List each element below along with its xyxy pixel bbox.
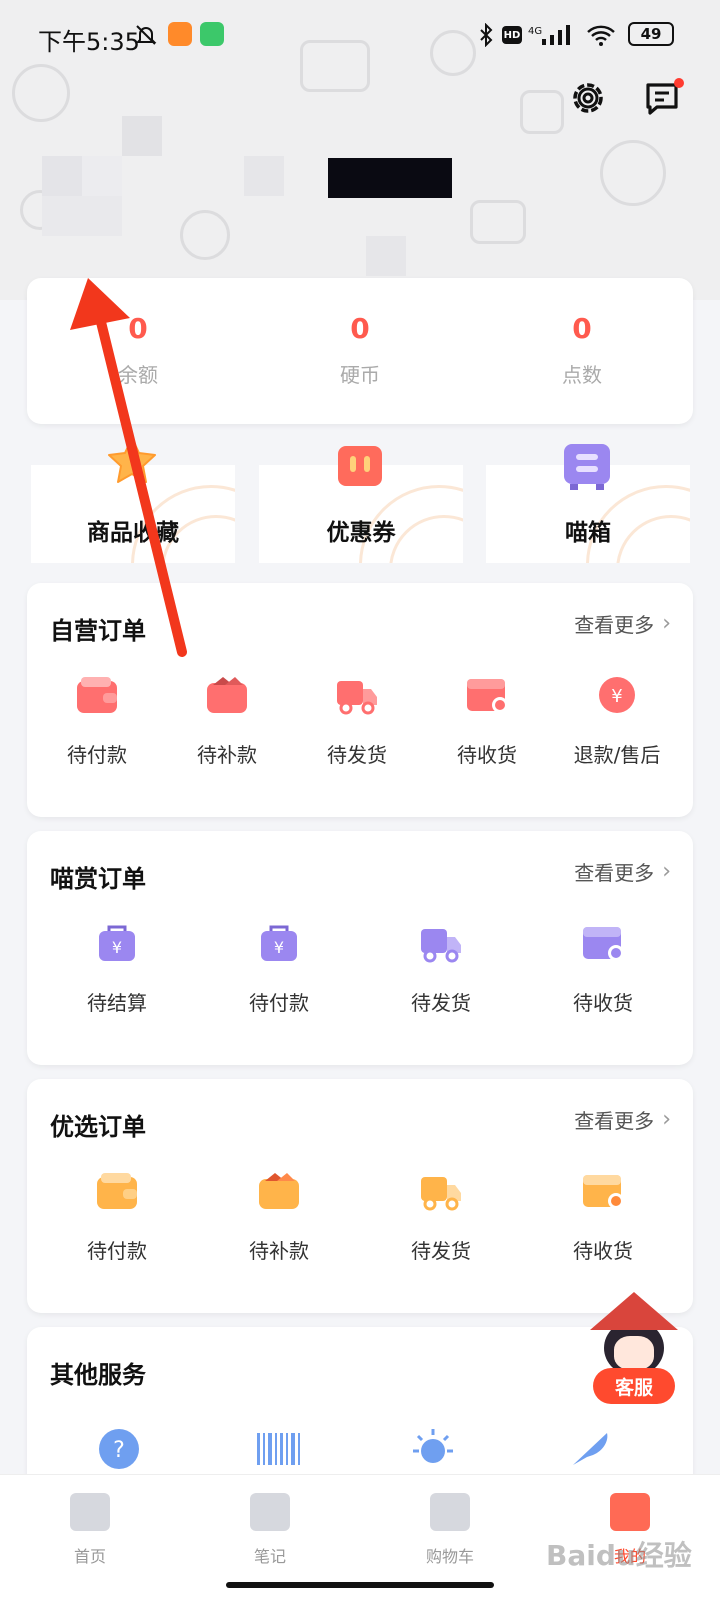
order-label: 待补款 bbox=[197, 743, 257, 767]
annotation-arrow-icon bbox=[70, 278, 187, 657]
order-pending-shipment[interactable]: 待发货 bbox=[375, 1171, 507, 1281]
chevron-right-icon: › bbox=[662, 1107, 671, 1132]
svg-text:¥: ¥ bbox=[112, 938, 122, 957]
wallet-icon bbox=[259, 1173, 299, 1209]
order-pending-payment[interactable]: ¥ 待付款 bbox=[213, 923, 345, 1033]
order-label: 待付款 bbox=[249, 991, 309, 1015]
order-label: 待结算 bbox=[87, 991, 147, 1015]
package-icon bbox=[583, 927, 624, 961]
nav-notes[interactable]: 笔记 bbox=[180, 1485, 360, 1566]
help-icon[interactable]: ? bbox=[97, 1427, 141, 1471]
barcode-icon[interactable] bbox=[255, 1427, 303, 1471]
notes-icon bbox=[250, 1493, 290, 1531]
order-pending-shipment[interactable]: 待发货 bbox=[375, 923, 507, 1033]
cart-icon bbox=[430, 1493, 470, 1531]
order-label: 待发货 bbox=[411, 1239, 471, 1263]
mascot-face bbox=[614, 1336, 654, 1370]
select-orders-card: 优选订单 查看更多 › 待付款 待补款 待发货 待收货 bbox=[27, 1079, 693, 1313]
order-pending-supplement[interactable]: 待补款 bbox=[213, 1171, 345, 1281]
mascot-hat bbox=[590, 1292, 678, 1330]
other-services-title: 其他服务 bbox=[50, 1361, 146, 1389]
nav-label: 首页 bbox=[73, 1547, 106, 1566]
wallet-icon bbox=[97, 1173, 137, 1209]
home-icon bbox=[70, 1493, 110, 1531]
order-label: 待收货 bbox=[573, 991, 633, 1015]
feather-icon[interactable] bbox=[567, 1427, 615, 1471]
nav-label: 购物车 bbox=[425, 1547, 474, 1566]
order-label: 退款/售后 bbox=[573, 743, 661, 767]
more-label: 查看更多 bbox=[574, 1109, 655, 1133]
order-label: 待发货 bbox=[411, 991, 471, 1015]
miao-orders-title: 喵赏订单 bbox=[50, 865, 146, 893]
svg-text:¥: ¥ bbox=[274, 938, 284, 957]
bag-yen-icon: ¥ bbox=[261, 925, 297, 961]
order-label: 待收货 bbox=[573, 1239, 633, 1263]
svg-text:?: ? bbox=[113, 1438, 125, 1463]
order-label: 待收货 bbox=[457, 743, 517, 767]
nav-label: 笔记 bbox=[253, 1547, 286, 1566]
profile-icon bbox=[610, 1493, 650, 1531]
order-pending-receipt[interactable]: 待收货 bbox=[537, 923, 669, 1033]
chevron-right-icon: › bbox=[662, 859, 671, 884]
customer-service-button[interactable]: 客服 bbox=[593, 1368, 675, 1404]
nav-home[interactable]: 首页 bbox=[0, 1485, 180, 1566]
order-pending-receipt[interactable]: 待收货 bbox=[537, 1171, 669, 1281]
package-icon bbox=[583, 1175, 624, 1209]
order-label: 待发货 bbox=[327, 743, 387, 767]
sun-icon[interactable] bbox=[407, 1427, 459, 1471]
select-orders-title: 优选订单 bbox=[50, 1113, 146, 1141]
order-label: 待补款 bbox=[249, 1239, 309, 1263]
nav-cart[interactable]: 购物车 bbox=[360, 1485, 540, 1566]
truck-icon bbox=[421, 929, 461, 963]
order-pending-settlement[interactable]: ¥ 待结算 bbox=[51, 923, 183, 1033]
more-label: 查看更多 bbox=[574, 861, 655, 885]
miao-orders-card: 喵赏订单 查看更多 › ¥ 待结算 ¥ 待付款 待发货 待收货 bbox=[27, 831, 693, 1065]
home-indicator bbox=[226, 1582, 494, 1588]
order-label: 待付款 bbox=[87, 1239, 147, 1263]
miao-orders-more-link[interactable]: 查看更多 › bbox=[574, 857, 671, 886]
customer-service-widget[interactable]: 客服 bbox=[590, 1292, 680, 1404]
truck-icon bbox=[421, 1177, 461, 1211]
order-label: 待付款 bbox=[67, 743, 127, 767]
bag-yen-icon: ¥ bbox=[99, 925, 135, 961]
watermark: Baidu经验 bbox=[546, 1539, 692, 1572]
order-pending-payment[interactable]: 待付款 bbox=[51, 1171, 183, 1281]
select-orders-more-link[interactable]: 查看更多 › bbox=[574, 1105, 671, 1134]
